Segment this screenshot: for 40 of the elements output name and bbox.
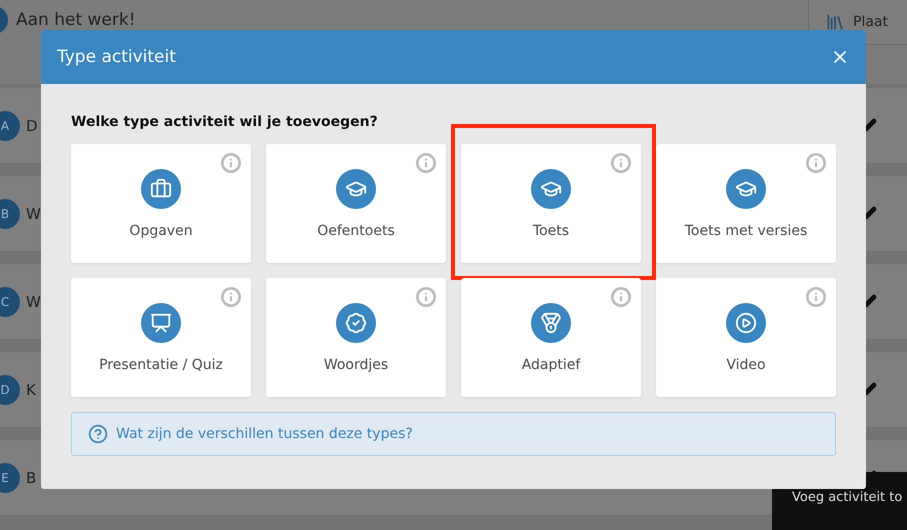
graduation-cap-icon [726, 169, 766, 209]
row-title: D [26, 116, 38, 134]
info-icon[interactable] [221, 287, 241, 307]
badge-check-icon [336, 303, 376, 343]
activity-type-card[interactable]: Woordjes [266, 278, 446, 397]
easel-icon [141, 303, 181, 343]
info-icon[interactable] [611, 153, 631, 173]
info-icon[interactable] [611, 287, 631, 307]
info-icon[interactable] [416, 153, 436, 173]
activity-type-card[interactable]: Toets [461, 144, 641, 263]
panel-label: Plaat [853, 14, 888, 30]
letter-badge: E [0, 462, 20, 492]
activity-type-card[interactable]: Toets met versies [656, 144, 836, 263]
dialog-title: Type activiteit [57, 47, 176, 67]
row-title: B [26, 468, 36, 486]
medal-icon [531, 303, 571, 343]
letter-badge: C [0, 286, 20, 316]
help-icon [88, 424, 108, 444]
info-icon[interactable] [416, 287, 436, 307]
letter-badge: B [0, 198, 20, 228]
library-icon [825, 12, 845, 32]
page-title: Aan het werk! [16, 10, 136, 30]
activity-type-card[interactable]: Oefentoets [266, 144, 446, 263]
play-icon [726, 303, 766, 343]
info-icon[interactable] [806, 287, 826, 307]
activity-type-card[interactable]: Presentatie / Quiz [71, 278, 251, 397]
activity-type-card[interactable]: Video [656, 278, 836, 397]
graduation-cap-icon [531, 169, 571, 209]
briefcase-icon [141, 169, 181, 209]
letter-badge: D [0, 374, 20, 404]
row-title: W [26, 204, 41, 222]
activity-type-card[interactable]: Adaptief [461, 278, 641, 397]
info-icon[interactable] [221, 153, 241, 173]
letter-badge: A [0, 110, 20, 140]
row-title: W [26, 292, 41, 310]
question-text: Welke type activiteit wil je toevoegen? [71, 114, 379, 130]
info-icon[interactable] [806, 153, 826, 173]
graduation-cap-icon [336, 169, 376, 209]
row-title: K [26, 380, 36, 398]
activity-type-card[interactable]: Opgaven [71, 144, 251, 263]
